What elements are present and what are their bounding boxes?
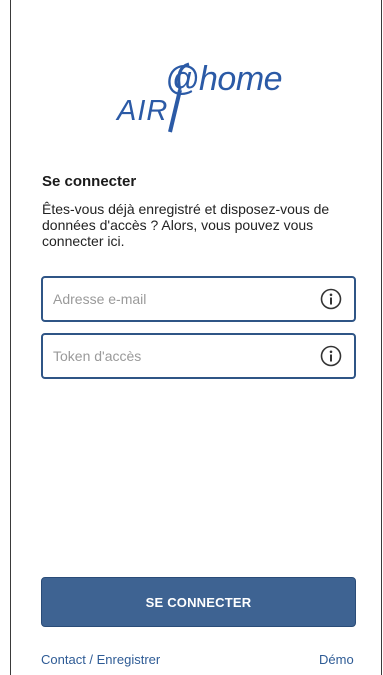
page-title: Se connecter: [42, 173, 137, 190]
login-button[interactable]: SE CONNECTER: [41, 577, 356, 627]
contact-register-link[interactable]: Contact / Enregistrer: [41, 652, 160, 667]
logo-air-text: AIR: [117, 95, 169, 127]
logo-home-text: @home: [165, 60, 283, 98]
email-field[interactable]: [41, 276, 356, 322]
token-field[interactable]: [41, 333, 356, 379]
app-logo: @home AIR: [117, 60, 283, 135]
login-description: Êtes-vous déjà enregistré et disposez-vo…: [42, 201, 330, 249]
email-input[interactable]: [53, 278, 313, 320]
info-icon[interactable]: [320, 288, 342, 310]
info-icon[interactable]: [320, 345, 342, 367]
token-input[interactable]: [53, 335, 313, 377]
demo-link[interactable]: Démo: [319, 652, 354, 667]
